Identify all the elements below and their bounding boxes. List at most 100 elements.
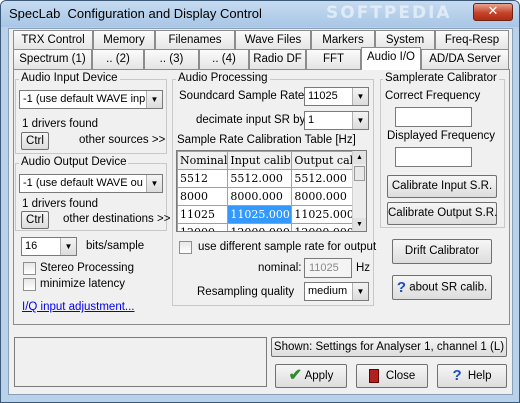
table-cell[interactable]: 8000.000 <box>227 187 293 206</box>
window-close-button[interactable]: ✕ <box>473 3 513 21</box>
minimize-latency-checkbox[interactable] <box>23 278 36 291</box>
help-button[interactable]: ? Help <box>437 364 507 388</box>
resampling-quality-label: Resampling quality <box>197 286 295 298</box>
tab-trx-control[interactable]: TRX Control <box>13 30 93 50</box>
chevron-down-icon: ▼ <box>352 88 368 105</box>
dialog-client: TRX Control Memory Filenames Wave Files … <box>8 28 513 395</box>
door-exit-icon <box>368 368 379 383</box>
audio-processing-legend: Audio Processing <box>176 72 270 84</box>
status-message-box <box>14 337 267 387</box>
table-row[interactable]: 5512 5512.000 5512.000 <box>177 169 365 188</box>
sample-rate-value: 11025 <box>308 90 338 102</box>
tab-radio-df[interactable]: Radio DF <box>249 49 306 69</box>
tab-spectrum-1[interactable]: Spectrum (1) <box>13 49 92 69</box>
chevron-down-icon: ▼ <box>352 283 368 300</box>
checkmark-icon: ✔ <box>288 367 303 384</box>
table-cell-selected[interactable]: 11025.000 <box>227 205 293 224</box>
audio-output-device-select[interactable]: -1 (use default WAVE ou ▼ <box>19 174 163 193</box>
resampling-quality-value: medium <box>308 285 348 297</box>
other-destinations-button[interactable]: other destinations >> <box>63 213 170 225</box>
chevron-down-icon: ▼ <box>60 238 76 255</box>
table-header-row: Nominal Input calib Output calib <box>177 151 365 170</box>
tab-spectrum-2[interactable]: .. (2) <box>92 49 144 69</box>
sample-rate-select[interactable]: 11025 ▼ <box>304 87 369 106</box>
calibration-table-label: Sample Rate Calibration Table [Hz] <box>177 134 356 146</box>
help-question-icon: ? <box>452 367 462 384</box>
shown-analyser-button[interactable]: Shown: Settings for Analyser 1, channel … <box>271 337 507 357</box>
different-rate-label: use different sample rate for output <box>198 241 377 253</box>
column-header: Input calib <box>227 151 293 170</box>
calibration-table[interactable]: Nominal Input calib Output calib 5512 55… <box>176 150 367 232</box>
chevron-down-icon: ▼ <box>146 175 162 192</box>
correct-frequency-label: Correct Frequency <box>385 90 481 102</box>
bits-per-sample-select[interactable]: 16 ▼ <box>21 237 77 256</box>
resampling-quality-select[interactable]: medium ▼ <box>304 282 369 301</box>
chevron-down-icon: ▼ <box>146 91 162 108</box>
nominal-output-rate-field[interactable]: 11025 <box>304 258 352 278</box>
tab-memory[interactable]: Memory <box>93 30 155 50</box>
table-cell[interactable]: 12000 <box>177 223 229 231</box>
tab-spectrum-3[interactable]: .. (3) <box>144 49 199 69</box>
scroll-thumb[interactable] <box>354 166 365 181</box>
tab-audio-io[interactable]: Audio I/O <box>361 47 421 70</box>
correct-frequency-field[interactable] <box>395 107 472 127</box>
table-cell[interactable]: 5512 <box>177 169 229 188</box>
decimate-select[interactable]: 1 ▼ <box>304 111 369 130</box>
audio-input-drivers-label: 1 drivers found <box>22 118 99 130</box>
stereo-processing-label: Stereo Processing <box>40 262 134 274</box>
tab-wave-files[interactable]: Wave Files <box>235 30 311 50</box>
calibrate-input-button[interactable]: Calibrate Input S.R. <box>387 175 497 198</box>
audio-output-ctrl-button[interactable]: Ctrl <box>21 211 49 229</box>
stereo-processing-checkbox[interactable] <box>23 262 36 275</box>
config-window: SpecLab Configuration and Display Contro… <box>0 0 520 403</box>
audio-input-device-value: -1 (use default WAVE inp <box>23 93 146 105</box>
displayed-frequency-field[interactable] <box>395 147 472 167</box>
table-cell[interactable]: 12000.000 <box>227 223 293 231</box>
samplerate-calibrator-legend: Samplerate Calibrator <box>383 72 499 84</box>
audio-output-drivers-label: 1 drivers found <box>22 198 99 210</box>
close-label: Close <box>385 370 416 382</box>
title-bar[interactable]: SpecLab Configuration and Display Contro… <box>1 1 519 27</box>
tab-spectrum-4[interactable]: .. (4) <box>199 49 249 69</box>
chevron-down-icon: ▼ <box>352 112 368 129</box>
audio-input-device-select[interactable]: -1 (use default WAVE inp ▼ <box>19 90 163 109</box>
scroll-up-icon[interactable]: ▲ <box>353 151 366 164</box>
table-cell[interactable]: 8000 <box>177 187 229 206</box>
about-sr-calib-label: about SR calib. <box>409 281 488 294</box>
table-cell[interactable]: 11025 <box>177 205 229 224</box>
sample-rate-label: Soundcard Sample Rate <box>179 90 305 102</box>
table-row[interactable]: 8000 8000.000 8000.000 <box>177 187 365 206</box>
displayed-frequency-label: Displayed Frequency <box>387 130 496 142</box>
iq-input-adjustment-link[interactable]: I/Q input adjustment... <box>22 301 135 313</box>
tab-freq-resp[interactable]: Freq-Resp <box>435 30 509 50</box>
about-sr-calib-button[interactable]: ? about SR calib. <box>392 275 492 300</box>
window-title: SpecLab Configuration and Display Contro… <box>9 6 262 21</box>
nominal-label: nominal: <box>258 262 302 274</box>
different-rate-checkbox[interactable] <box>179 241 192 254</box>
close-button[interactable]: Close <box>356 364 428 388</box>
tab-adda-server[interactable]: AD/DA Server <box>421 49 509 69</box>
audio-input-ctrl-button[interactable]: Ctrl <box>21 132 49 150</box>
drift-calibrator-button[interactable]: Drift Calibrator <box>392 239 492 264</box>
bits-per-sample-label: bits/sample <box>86 240 145 252</box>
apply-button[interactable]: ✔ Apply <box>275 364 347 388</box>
calibrate-output-button[interactable]: Calibrate Output S.R. <box>387 202 497 225</box>
table-row[interactable]: 11025 11025.000 11025.000 <box>177 205 365 224</box>
other-sources-button[interactable]: other sources >> <box>79 134 165 146</box>
decimate-label: decimate input SR by <box>196 114 306 126</box>
help-question-icon: ? <box>396 279 406 296</box>
hz-unit-label: Hz <box>356 262 371 274</box>
table-row[interactable]: 12000 12000.000 12000.000 <box>177 223 365 231</box>
audio-output-legend: Audio Output Device <box>19 156 129 168</box>
tab-filenames[interactable]: Filenames <box>155 30 235 50</box>
decimate-value: 1 <box>308 114 315 126</box>
audio-output-device-value: -1 (use default WAVE ou <box>23 177 143 189</box>
tab-fft[interactable]: FFT <box>306 49 361 69</box>
column-header: Nominal <box>177 151 229 170</box>
table-cell[interactable]: 5512.000 <box>227 169 293 188</box>
scroll-down-icon[interactable]: ▼ <box>353 218 366 231</box>
bits-per-sample-value: 16 <box>25 240 38 252</box>
help-label: Help <box>467 370 492 383</box>
table-scrollbar[interactable]: ▲ ▼ <box>352 151 366 231</box>
minimize-latency-label: minimize latency <box>40 278 125 290</box>
